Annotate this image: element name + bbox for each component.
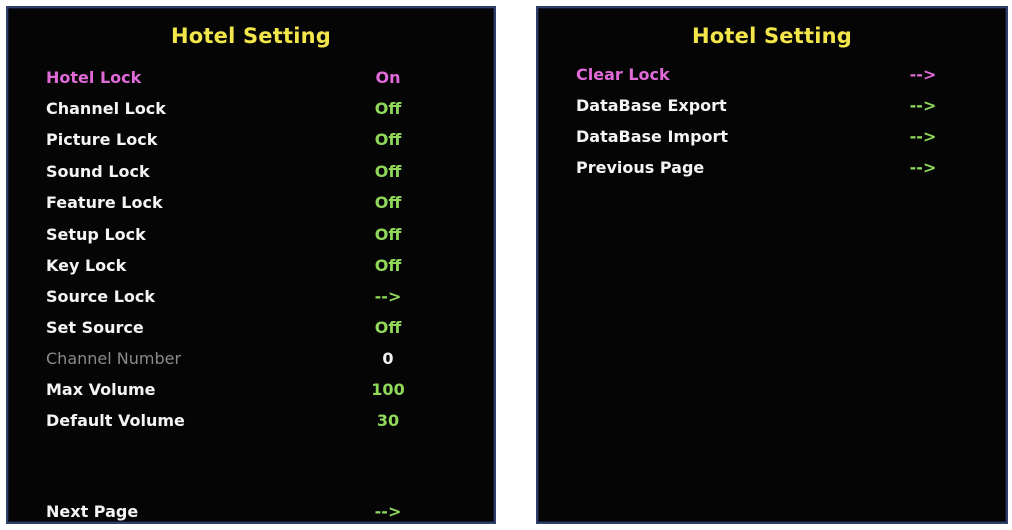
panel-title: Hotel Setting <box>691 24 853 48</box>
hotel-setting-panel-page-2: Hotel Setting Clear Lock --> DataBase Ex… <box>536 6 1008 524</box>
menu-item-source-lock[interactable]: Source Lock --> <box>8 281 494 312</box>
menu-item-value: 0 <box>382 349 394 368</box>
menu-item-value: Off <box>374 318 402 337</box>
menu-item-value: 30 <box>376 411 400 430</box>
menu-item-label: Key Lock <box>46 256 127 275</box>
menu-item-value: --> <box>909 127 937 146</box>
menu-item-label: Clear Lock <box>576 65 670 84</box>
menu-item-label: DataBase Export <box>576 96 727 115</box>
menu-item-value: Off <box>374 193 402 212</box>
menu-item-value: Off <box>374 256 402 275</box>
menu-item-value: 100 <box>371 380 405 399</box>
menu-item-label: Max Volume <box>46 380 156 399</box>
menu-item-label: Next Page <box>46 502 139 521</box>
menu-item-previous-page[interactable]: Previous Page --> <box>538 152 1006 183</box>
menu-item-value: --> <box>909 65 937 84</box>
menu-item-label: Source Lock <box>46 287 156 306</box>
menu-item-max-volume[interactable]: Max Volume 100 <box>8 374 494 405</box>
menu-item-set-source[interactable]: Set Source Off <box>8 312 494 343</box>
menu-item-value: On <box>375 68 401 87</box>
menu-item-value: Off <box>374 225 402 244</box>
menu-item-key-lock[interactable]: Key Lock Off <box>8 250 494 281</box>
menu-item-label: DataBase Import <box>576 127 729 146</box>
menu-item-hotel-lock[interactable]: Hotel Lock On <box>8 62 494 93</box>
menu-item-label: Channel Number <box>46 349 182 368</box>
menu-item-value: --> <box>909 158 937 177</box>
menu-item-default-volume[interactable]: Default Volume 30 <box>8 405 494 436</box>
menu-item-label: Channel Lock <box>46 99 166 118</box>
menu-item-picture-lock[interactable]: Picture Lock Off <box>8 124 494 155</box>
menu-item-setup-lock[interactable]: Setup Lock Off <box>8 219 494 250</box>
menu-item-label: Hotel Lock <box>46 68 142 87</box>
menu-item-clear-lock[interactable]: Clear Lock --> <box>538 59 1006 90</box>
menu-item-channel-lock[interactable]: Channel Lock Off <box>8 93 494 124</box>
menu-item-channel-number: Channel Number 0 <box>8 343 494 374</box>
menu-item-label: Default Volume <box>46 411 185 430</box>
menu-item-value: Off <box>374 99 402 118</box>
menu-item-label: Set Source <box>46 318 144 337</box>
menu-item-label: Picture Lock <box>46 130 158 149</box>
panel-title: Hotel Setting <box>170 24 332 48</box>
menu-item-database-import[interactable]: DataBase Import --> <box>538 121 1006 152</box>
menu-item-sound-lock[interactable]: Sound Lock Off <box>8 156 494 187</box>
menu-item-feature-lock[interactable]: Feature Lock Off <box>8 187 494 218</box>
menu-item-value: --> <box>374 287 402 306</box>
menu-item-value: Off <box>374 130 402 149</box>
menu-item-label: Previous Page <box>576 158 705 177</box>
menu-item-database-export[interactable]: DataBase Export --> <box>538 90 1006 121</box>
menu-item-label: Feature Lock <box>46 193 163 212</box>
hotel-setting-panel-page-1: Hotel Setting Hotel Lock On Channel Lock… <box>6 6 496 524</box>
menu-item-value: --> <box>909 96 937 115</box>
menu-item-value: --> <box>374 502 402 521</box>
menu-item-label: Setup Lock <box>46 225 146 244</box>
menu-item-next-page[interactable]: Next Page --> <box>8 496 494 527</box>
menu-item-label: Sound Lock <box>46 162 150 181</box>
menu-item-value: Off <box>374 162 402 181</box>
